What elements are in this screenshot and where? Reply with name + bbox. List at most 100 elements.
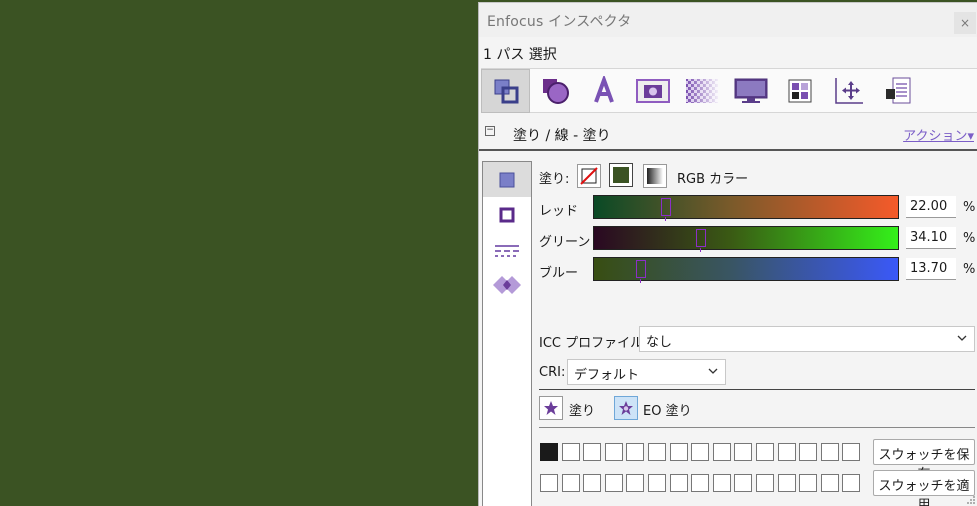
- swatch-well[interactable]: [756, 474, 774, 492]
- document-icon: [885, 77, 910, 104]
- swatch-well[interactable]: [777, 443, 796, 461]
- swatch-well[interactable]: [820, 443, 839, 461]
- blue-value-field[interactable]: 13.70: [906, 258, 956, 280]
- window-title: Enfocus インスペクタ: [487, 14, 632, 30]
- inspector-panel: Enfocus インスペクタ × 1 パス 選択 − 塗り / 線 - 塗り ア…: [478, 2, 977, 506]
- icc-profile-label: ICC プロファイル:: [539, 336, 648, 351]
- red-label: レッド: [539, 204, 579, 219]
- swatch-well[interactable]: [799, 443, 818, 461]
- swatch-well[interactable]: [712, 474, 731, 492]
- star-icon: [544, 401, 558, 415]
- grid-icon: [788, 79, 811, 103]
- fill-icon: [499, 172, 515, 187]
- blue-slider-thumb[interactable]: [636, 260, 647, 283]
- title-bar: Enfocus インスペクタ ×: [479, 3, 977, 37]
- resize-grip-icon[interactable]: [966, 495, 976, 505]
- sidebar-item-dashes[interactable]: [483, 232, 531, 267]
- red-slider-thumb[interactable]: [660, 198, 671, 221]
- sidebar-item-stroke[interactable]: [483, 197, 531, 232]
- red-unit: %: [963, 200, 976, 215]
- swatch-well[interactable]: [734, 443, 753, 461]
- cri-select[interactable]: デフォルト: [567, 359, 726, 385]
- solid-fill-button[interactable]: [609, 163, 633, 187]
- swatch-well[interactable]: [626, 443, 645, 461]
- swatch-well[interactable]: [540, 474, 558, 492]
- blue-label: ブルー: [539, 266, 579, 281]
- inspector-toolbar: [481, 68, 977, 113]
- swatch-well[interactable]: [712, 443, 731, 461]
- text-icon: [593, 76, 614, 103]
- swatch-well[interactable]: [799, 474, 818, 492]
- swatch-well[interactable]: [669, 474, 688, 492]
- fill-label: 塗り:: [539, 172, 570, 187]
- swatch-well[interactable]: [648, 443, 666, 461]
- swatch-well[interactable]: [561, 443, 580, 461]
- nonzero-fill-label: 塗り: [569, 404, 596, 419]
- apply-swatch-button[interactable]: スウォッチを適用: [873, 470, 975, 506]
- green-label: グリーン: [539, 235, 591, 250]
- collapse-toggle[interactable]: −: [485, 126, 495, 136]
- display-tab[interactable]: [726, 69, 775, 113]
- text-tab[interactable]: [579, 69, 628, 113]
- eo-fill-button[interactable]: [614, 396, 638, 420]
- chevron-down-icon: [957, 335, 967, 341]
- sidebar-item-overprint[interactable]: [483, 267, 531, 302]
- save-swatch-button[interactable]: スウォッチを保存: [873, 439, 975, 482]
- green-value-field[interactable]: 34.10: [906, 227, 956, 249]
- swatch-well[interactable]: [626, 474, 645, 492]
- transparency-icon: [685, 79, 718, 103]
- shape-tab[interactable]: [530, 69, 579, 113]
- swatch-well[interactable]: [561, 474, 580, 492]
- position-tab[interactable]: [824, 69, 873, 113]
- display-icon: [734, 78, 767, 103]
- green-slider[interactable]: [593, 226, 899, 252]
- swatch-well[interactable]: [648, 474, 666, 492]
- swatch-well[interactable]: [669, 443, 688, 461]
- swatch-well[interactable]: [734, 474, 753, 492]
- property-sidebar: [482, 161, 532, 506]
- image-tab[interactable]: [628, 69, 677, 113]
- blue-unit: %: [963, 262, 976, 277]
- green-slider-thumb[interactable]: [696, 229, 707, 252]
- blue-slider[interactable]: [593, 257, 899, 283]
- transparency-tab[interactable]: [677, 69, 726, 113]
- fill-stroke-icon: [494, 79, 518, 104]
- swatch-well[interactable]: [604, 474, 623, 492]
- green-unit: %: [963, 231, 976, 246]
- no-fill-button[interactable]: [577, 164, 601, 188]
- swatch-well[interactable]: [820, 474, 839, 492]
- swatch-well[interactable]: [777, 474, 796, 492]
- fill-stroke-tab[interactable]: [481, 69, 530, 113]
- sidebar-item-fill[interactable]: [483, 162, 531, 197]
- red-value-field[interactable]: 22.00: [906, 196, 956, 218]
- action-menu-link[interactable]: アクション▾: [903, 125, 974, 144]
- color-model-label: RGB カラー: [677, 172, 749, 187]
- red-slider[interactable]: [593, 195, 899, 221]
- swatch-well[interactable]: [756, 443, 774, 461]
- gradient-swatch-icon: [647, 168, 663, 184]
- section-header: − 塗り / 線 - 塗り アクション▾: [479, 121, 977, 151]
- image-icon: [635, 79, 670, 103]
- swatch-well[interactable]: [842, 443, 861, 461]
- gradient-fill-button[interactable]: [643, 164, 667, 188]
- swatch-well[interactable]: [583, 443, 602, 461]
- chevron-down-icon: [708, 368, 718, 374]
- grid-tab[interactable]: [775, 69, 824, 113]
- swatch-well[interactable]: [583, 474, 602, 492]
- swatch-well[interactable]: [842, 474, 861, 492]
- swatch-well[interactable]: [691, 443, 710, 461]
- eo-star-icon: [619, 401, 633, 415]
- overprint-icon: [493, 275, 521, 294]
- dashed-stroke-icon: [495, 244, 519, 257]
- swatch-well[interactable]: [691, 474, 710, 492]
- section-title: 塗り / 線 - 塗り: [513, 128, 611, 144]
- selection-status: 1 パス 選択: [483, 47, 557, 63]
- document-tab[interactable]: [873, 69, 922, 113]
- close-button[interactable]: ×: [954, 12, 976, 34]
- swatch-well[interactable]: [540, 443, 558, 461]
- current-fill-swatch: [613, 167, 629, 183]
- swatch-well[interactable]: [604, 443, 623, 461]
- icc-profile-select[interactable]: なし: [639, 326, 975, 352]
- divider: [539, 427, 975, 428]
- nonzero-fill-button[interactable]: [539, 396, 563, 420]
